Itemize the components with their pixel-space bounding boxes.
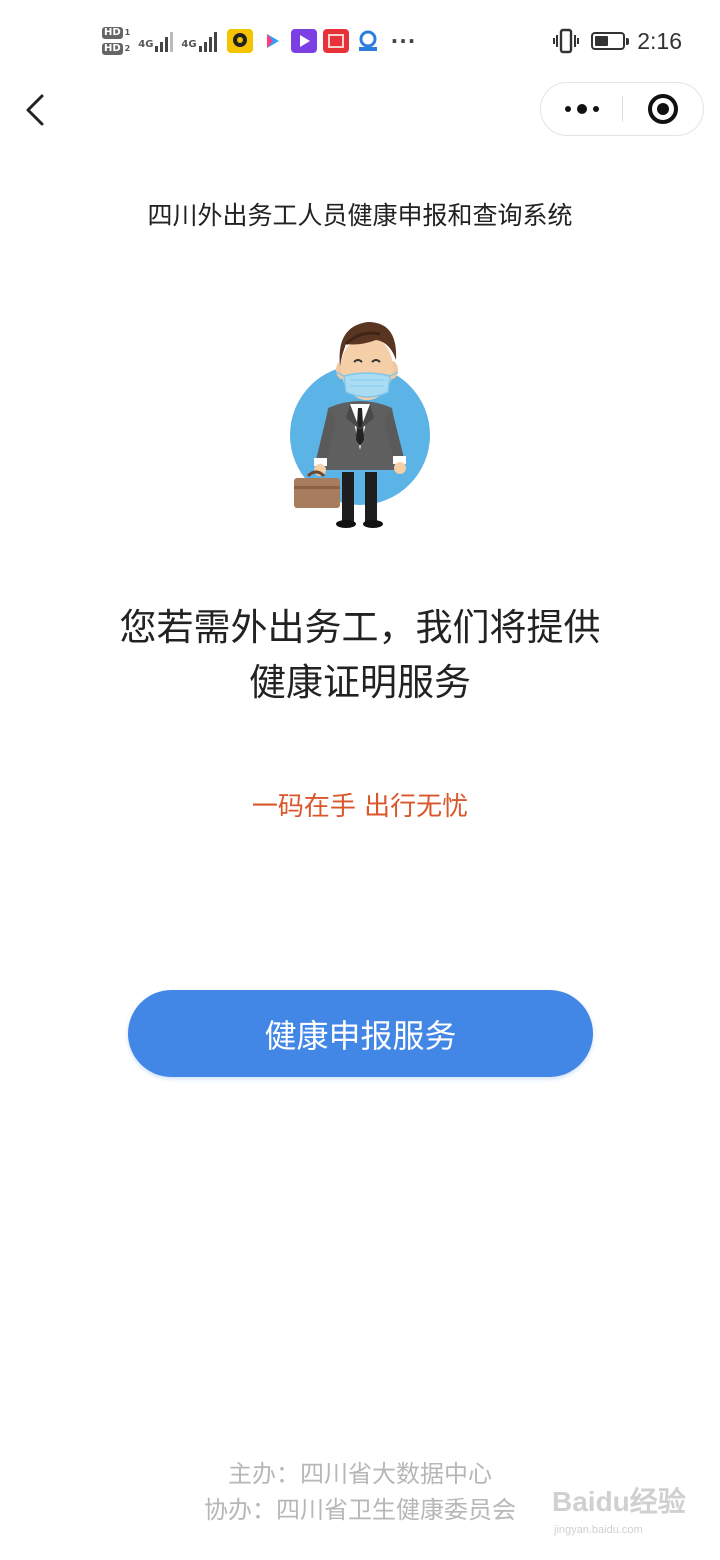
sim1-hd-label: HD: [102, 27, 123, 39]
notification-app-icons: [226, 29, 381, 53]
headline-line-2: 健康证明服务: [249, 661, 471, 704]
status-bar-right: 2:16: [553, 24, 682, 58]
headline-line-1: 您若需外出务工，我们将提供: [119, 606, 601, 649]
status-bar-left: HD 1 HD 2 4G 4G ···: [102, 18, 416, 64]
masked-worker-illustration: [290, 322, 430, 528]
baidu-watermark: Baidu经验 jingyan.baidu.com: [552, 1480, 692, 1546]
more-button[interactable]: [541, 83, 623, 135]
miniprogram-capsule: [540, 82, 704, 136]
sim1-index: 1: [124, 28, 131, 37]
chevron-left-icon: [26, 94, 44, 126]
more-dots-icon-center: [577, 104, 587, 114]
sim2-hd-label: HD: [102, 43, 123, 55]
target-close-icon: [648, 94, 678, 124]
sim2-indicator: HD 2: [102, 43, 130, 55]
vibrate-icon: [553, 28, 580, 54]
slogan-text: 一码在手 出行无忧: [251, 792, 469, 822]
network-1: 4G: [138, 30, 174, 52]
battery-level: [595, 36, 609, 46]
app-icon-red: [322, 29, 349, 53]
network-1-label: 4G: [138, 39, 154, 50]
sim-indicators: HD 1 HD 2: [102, 27, 130, 55]
more-dots-icon: [565, 106, 571, 112]
battery-icon: [591, 32, 630, 50]
headline: 您若需外出务工，我们将提供 健康证明服务: [60, 600, 660, 710]
status-time: 2:16: [637, 27, 682, 54]
status-bar: HD 1 HD 2 4G 4G ··· 2:16: [0, 0, 720, 80]
health-declaration-button[interactable]: 健康申报服务: [128, 990, 593, 1077]
app-icon-pink: [258, 29, 285, 53]
page-title: 四川外出务工人员健康申报和查询系统: [147, 201, 573, 230]
back-button[interactable]: [18, 88, 58, 132]
network-2: 4G: [181, 30, 217, 52]
watermark-name: Baidu经验: [552, 1486, 686, 1517]
app-icon-blue: [354, 29, 381, 53]
sim1-indicator: HD 1: [102, 27, 130, 39]
watermark-url: jingyan.baidu.com: [554, 1524, 643, 1536]
signal-2-icon: [198, 30, 217, 52]
signal-1-icon: [155, 30, 174, 52]
network-2-label: 4G: [181, 39, 197, 50]
app-icon-yellow: [226, 29, 253, 53]
close-miniprogram-button[interactable]: [623, 83, 703, 135]
app-icon-purple: [290, 29, 317, 53]
sim2-index: 2: [124, 44, 131, 53]
more-dots-icon-right: [593, 106, 599, 112]
more-notifications-icon: ···: [390, 29, 417, 53]
